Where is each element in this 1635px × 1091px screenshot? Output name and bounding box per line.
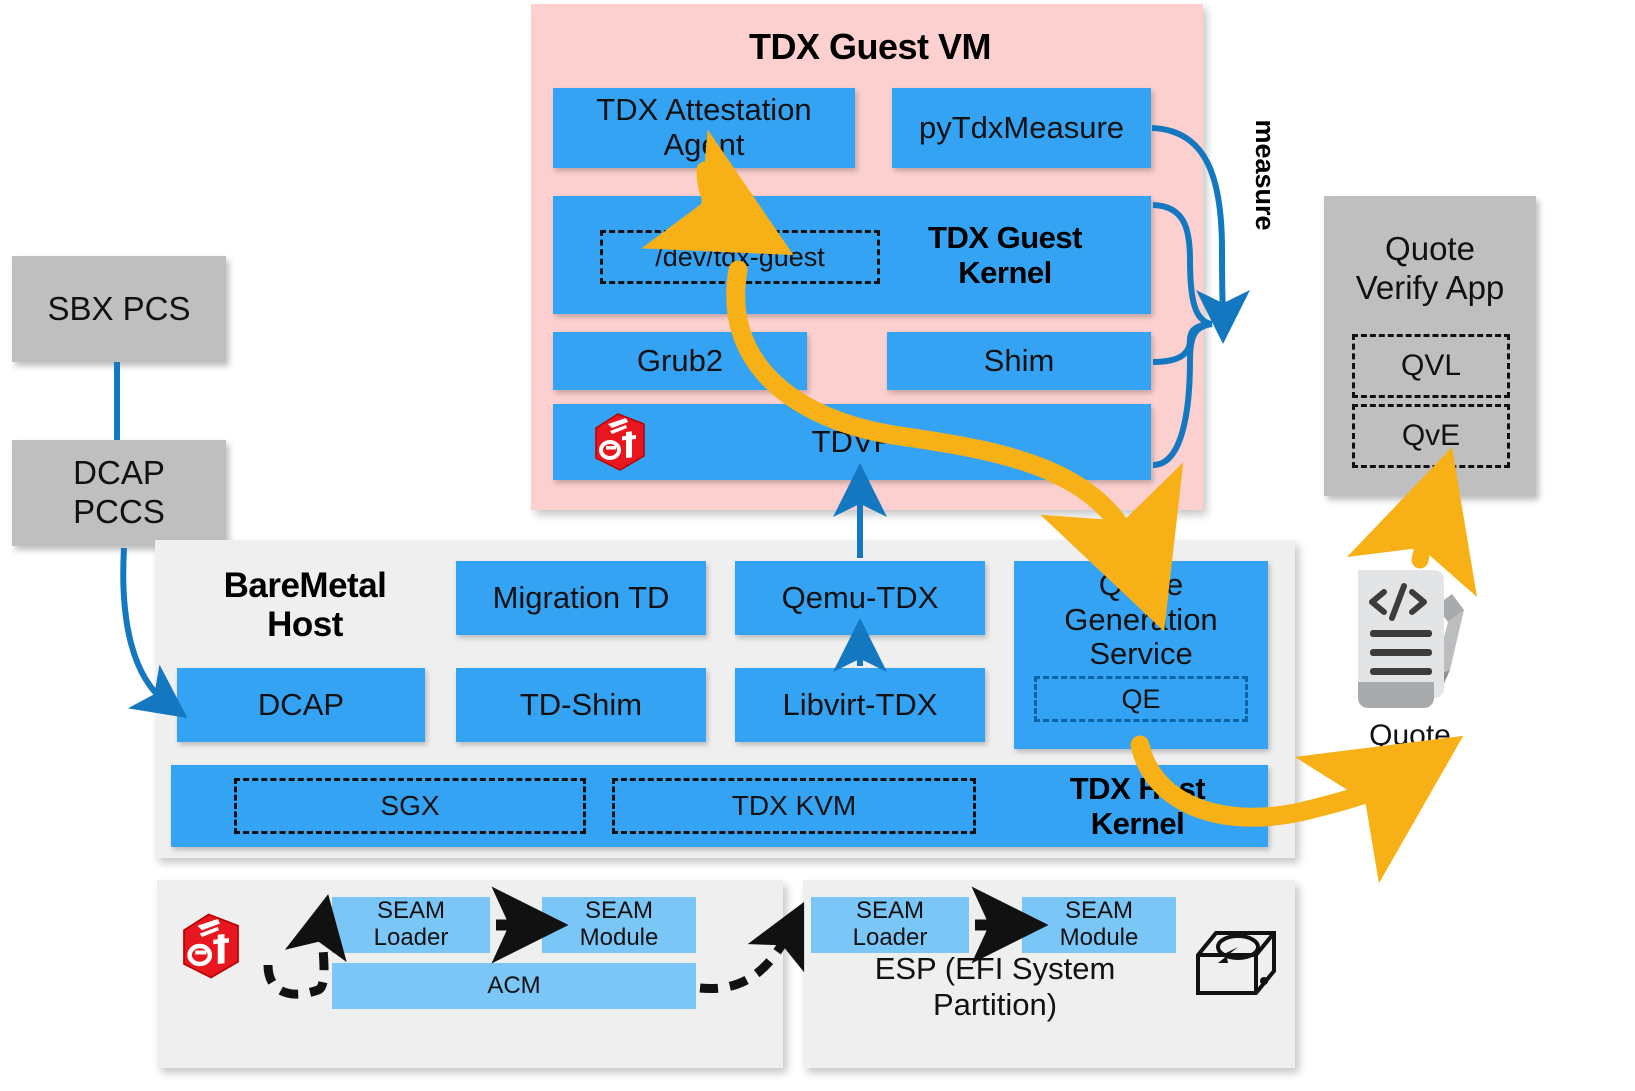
grub2-label: Grub2 [636,342,724,378]
libvirt-tdx-box[interactable]: Libvirt-TDX [735,668,985,742]
qemu-tdx-label: Qemu-TDX [781,579,939,615]
dev-tdx-guest-label: /dev/tdx-guest [655,241,825,272]
baremetal-host-title-line2: Host [267,605,343,644]
dev-tdx-guest-box[interactable]: /dev/tdx-guest [600,230,880,284]
migration-td-label: Migration TD [492,579,670,615]
seam-loader-2-label-line2: Loader [852,924,928,951]
seam-loader-1-label-line2: Loader [373,924,449,951]
qve-box[interactable]: QvE [1352,404,1510,468]
qgs-label-line2: Generation [1064,601,1218,637]
tdx-attestation-agent-label-line2: Agent [663,127,745,162]
baremetal-host-title: BareMetal Host [180,563,430,647]
seam-module-2-box[interactable]: SEAM Module [1022,897,1176,953]
dcap-pccs-box: DCAP PCCS [12,440,226,546]
shim-box[interactable]: Shim [887,332,1151,390]
acm-box[interactable]: ACM [332,963,696,1009]
qve-label: QvE [1401,419,1461,452]
sbx-pcs-box: SBX PCS [12,256,226,362]
td-shim-box[interactable]: TD-Shim [456,668,706,742]
sgx-label: SGX [380,790,440,821]
tdx-guest-kernel-title-line2: Kernel [958,255,1052,290]
seam-loader-1-label-line1: SEAM [376,897,445,925]
tdx-kvm-box[interactable]: TDX KVM [612,778,976,834]
seam-module-1-label-line1: SEAM [584,897,653,925]
quote-icon-label: Quote [1369,719,1451,752]
tdx-host-kernel-title: TDX Host Kernel [1030,771,1245,841]
sbx-pcs-label: SBX PCS [47,289,191,327]
efi-logo-icon-bottom [175,910,247,982]
tdvf-label: TDVF [811,423,893,459]
qvl-box[interactable]: QVL [1352,334,1510,398]
seam-loader-2-box[interactable]: SEAM Loader [811,897,969,953]
tdx-host-kernel-title-line2: Kernel [1090,806,1185,841]
tdx-kvm-label: TDX KVM [731,790,857,821]
quote-verify-app-title-line2: Verify App [1355,268,1505,306]
diagram-canvas: SBX PCS DCAP PCCS TDX Guest VM TDX Attes… [0,0,1635,1091]
dcap-label: DCAP [257,686,345,722]
dcap-box[interactable]: DCAP [177,668,425,742]
qemu-tdx-box[interactable]: Qemu-TDX [735,561,985,635]
disk-icon [1192,925,1278,1003]
dcap-pccs-label-line2: PCCS [73,493,165,530]
qgs-label-line3: Service [1089,636,1193,672]
esp-label: ESP (EFI System Partition) [874,951,1116,1022]
grub2-box[interactable]: Grub2 [553,332,807,390]
migration-td-box[interactable]: Migration TD [456,561,706,635]
libvirt-tdx-label: Libvirt-TDX [782,686,938,722]
acm-label: ACM [487,971,541,999]
efi-logo-icon [588,410,652,474]
tdx-guest-kernel-title-line1: TDX Guest [928,220,1082,256]
quote-document-icon [1348,560,1472,722]
pytdxmeasure-box[interactable]: pyTdxMeasure [892,88,1151,168]
qvl-label: QVL [1400,349,1462,382]
seam-loader-1-box[interactable]: SEAM Loader [332,897,490,953]
seam-module-1-box[interactable]: SEAM Module [542,897,696,953]
qgs-label-line1: Quote [1098,567,1184,602]
td-shim-label: TD-Shim [519,686,643,722]
seam-module-2-label-line1: SEAM [1064,897,1133,925]
tdx-attestation-agent-label-line1: TDX Attestation [596,92,812,128]
seam-module-1-label-line2: Module [579,924,659,951]
measure-label: measure [1250,119,1281,231]
seam-module-2-label-line2: Module [1059,924,1139,951]
sgx-box[interactable]: SGX [234,778,586,834]
qe-box[interactable]: QE [1034,676,1248,722]
tdx-guest-kernel-title: TDX Guest Kernel [890,221,1120,291]
seam-loader-2-label-line1: SEAM [855,897,924,925]
tdx-guest-vm-title: TDX Guest VM [748,25,992,67]
arrow-quote-to-verify-app [1347,447,1477,597]
dcap-pccs-label-line1: DCAP [73,454,165,492]
tdx-attestation-agent-box[interactable]: TDX Attestation Agent [553,88,855,168]
qe-label: QE [1121,683,1161,714]
tdx-host-kernel-title-line1: TDX Host [1069,771,1206,807]
baremetal-host-title-line1: BareMetal [223,565,387,605]
quote-verify-app-title-line1: Quote [1385,230,1475,267]
shim-label: Shim [983,342,1055,378]
pytdxmeasure-label: pyTdxMeasure [918,109,1125,145]
